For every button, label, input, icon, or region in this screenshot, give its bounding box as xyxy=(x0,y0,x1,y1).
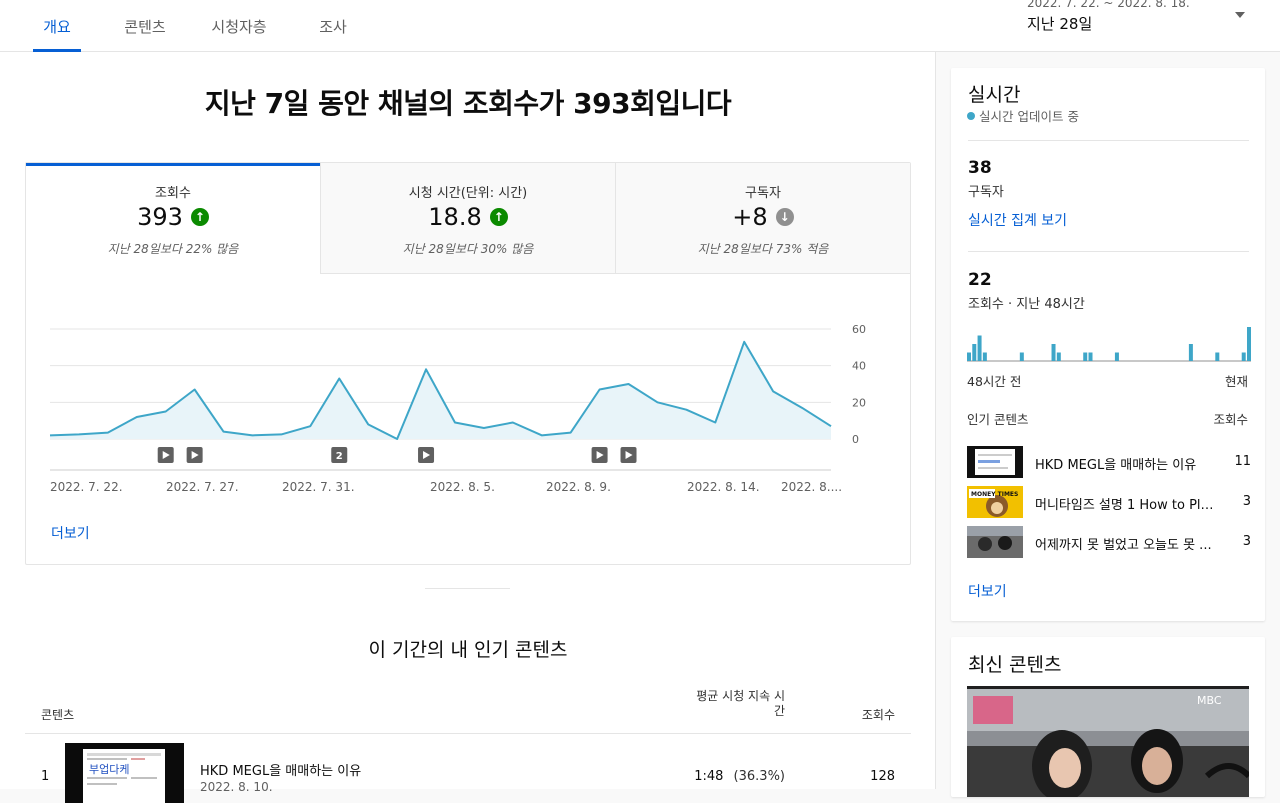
thumbnail-image: MONEY TIMES xyxy=(969,489,1018,517)
hourly-view-bar[interactable] xyxy=(1188,344,1193,361)
row-avg-duration-pct: (36.3%) xyxy=(733,769,785,784)
hourly-view-bar[interactable] xyxy=(1056,352,1061,362)
hourly-view-bar[interactable] xyxy=(1083,352,1088,362)
realtime-status-text: 실시간 업데이트 중 xyxy=(979,109,1079,124)
row-video-title[interactable]: HKD MEGL을 매매하는 이유 xyxy=(200,760,361,779)
realtime-views-label: 조회수 · 지난 48시간 xyxy=(968,297,1085,312)
col-header-views[interactable]: 조회수 xyxy=(840,706,895,723)
realtime-more-link[interactable]: 더보기 xyxy=(968,581,1007,601)
popular-item[interactable]: 어제까지 못 벌었고 오늘도 못 ... 3 xyxy=(967,526,1251,558)
thumbnail-caption: MONEY TIMES xyxy=(971,491,1018,498)
realtime-bar-chart[interactable] xyxy=(967,313,1251,363)
popular-title: HKD MEGL을 매매하는 이유 xyxy=(1035,458,1197,473)
popular-views: 11 xyxy=(1234,454,1251,469)
latest-content-title: 최신 콘텐츠 xyxy=(968,654,1062,676)
x-tick-label: 2022. 7. 31. xyxy=(282,480,355,494)
row-views: 128 xyxy=(870,769,895,784)
views-line-chart[interactable]: 60 40 20 0 2 2022. 7. 22. 2022. 7. 27. 2022. 7.… xyxy=(26,163,910,503)
realtime-subscribers-value: 38 xyxy=(968,158,992,178)
video-thumbnail[interactable]: 부업다케 xyxy=(65,743,184,803)
y-tick-label: 20 xyxy=(852,396,866,409)
tab-research[interactable]: 조사 xyxy=(311,0,355,52)
row-avg-duration: 1:48 (36.3%) xyxy=(640,769,785,784)
hourly-view-bar[interactable] xyxy=(1019,352,1024,362)
realtime-status: 실시간 업데이트 중 xyxy=(967,106,1079,125)
popular-thumbnail: MONEY TIMES xyxy=(967,486,1023,518)
page-headline: 지난 7일 동안 채널의 조회수가 393회입니다 xyxy=(204,87,732,120)
chart-more-link[interactable]: 더보기 xyxy=(51,523,90,543)
realtime-subscribers-label: 구독자 xyxy=(968,185,1004,200)
realtime-count-link[interactable]: 실시간 집계 보기 xyxy=(968,210,1067,230)
date-period-label: 지난 28일 xyxy=(1027,15,1093,33)
metrics-chart-card: 조회수 393 ↑ 지난 28일보다 22% 많음 시청 시간(단위: 시간) 1… xyxy=(25,162,911,565)
divider xyxy=(968,140,1249,141)
realtime-title: 실시간 xyxy=(968,84,1021,106)
y-tick-label: 0 xyxy=(852,433,859,446)
thumbnail-logo-text: MBC xyxy=(1197,694,1222,707)
hourly-view-bar[interactable] xyxy=(977,335,982,362)
latest-video-thumbnail[interactable]: MBC xyxy=(967,686,1249,797)
row-rank: 1 xyxy=(41,769,50,784)
popular-title: 어제까지 못 벌었고 오늘도 못 ... xyxy=(1035,538,1212,553)
tab-audience[interactable]: 시청자층 xyxy=(203,0,275,52)
tab-overview[interactable]: 개요 xyxy=(33,0,81,52)
popular-thumbnail xyxy=(967,526,1023,558)
axis-right-label: 현재 xyxy=(1224,374,1248,389)
col-header-avg-duration[interactable]: 평균 시청 지속 시 간 xyxy=(660,689,785,719)
popular-views: 3 xyxy=(1242,494,1251,509)
overview-main-panel: 지난 7일 동안 채널의 조회수가 393회입니다 조회수 393 ↑ 지난 28… xyxy=(0,52,936,803)
live-dot-icon xyxy=(967,112,975,120)
top-tab-bar: 개요 콘텐츠 시청자층 조사 2022. 7. 22. ~ 2022. 8. 1… xyxy=(0,0,1280,52)
thumbnail-image xyxy=(975,449,1015,475)
y-tick-label: 40 xyxy=(852,360,866,373)
hourly-view-bar[interactable] xyxy=(972,344,977,361)
x-tick-label: 2022. 8.... xyxy=(781,480,842,494)
popular-item[interactable]: HKD MEGL을 매매하는 이유 11 xyxy=(967,446,1251,478)
realtime-views-value: 22 xyxy=(968,270,992,290)
thumbnail-image xyxy=(967,526,1023,558)
popular-views: 3 xyxy=(1242,534,1251,549)
hourly-view-bar[interactable] xyxy=(1114,352,1119,362)
hourly-view-bar[interactable] xyxy=(1088,352,1093,362)
hourly-view-bar[interactable] xyxy=(1051,344,1056,361)
hourly-view-bar[interactable] xyxy=(1215,352,1220,362)
popular-title: 머니타임즈 설명 1 How to Pla... xyxy=(1035,498,1220,513)
divider xyxy=(968,251,1249,252)
hourly-view-bar[interactable] xyxy=(1247,327,1251,361)
latest-content-card: 최신 콘텐츠 MBC xyxy=(951,637,1265,797)
popular-content-label: 인기 콘텐츠 xyxy=(967,412,1029,427)
x-tick-label: 2022. 7. 22. xyxy=(50,480,123,494)
popular-item[interactable]: MONEY TIMES 머니타임즈 설명 1 How to Pla... 3 xyxy=(967,486,1251,518)
thumbnail-handwriting: 부업다케 xyxy=(89,763,129,776)
hourly-view-bar[interactable] xyxy=(982,352,987,362)
row-avg-duration-time: 1:48 xyxy=(694,769,724,784)
col-header-avg-duration-line2: 간 xyxy=(773,704,785,718)
popular-views-label: 조회수 xyxy=(1213,412,1248,427)
dropdown-arrow-icon[interactable] xyxy=(1235,12,1245,18)
x-tick-label: 2022. 8. 9. xyxy=(546,480,611,494)
hourly-view-bar[interactable] xyxy=(1241,352,1246,362)
thumbnail-image: MBC xyxy=(967,686,1249,797)
thumbnail-image: 부업다케 xyxy=(83,749,165,803)
video-marker-count: 2 xyxy=(336,451,343,462)
x-tick-label: 2022. 8. 5. xyxy=(430,480,495,494)
tab-content[interactable]: 콘텐츠 xyxy=(117,0,173,52)
top-content-title: 이 기간의 내 인기 콘텐츠 xyxy=(368,639,568,661)
col-header-avg-duration-line1: 평균 시청 지속 시 xyxy=(696,689,785,703)
hourly-view-bar[interactable] xyxy=(967,352,971,362)
y-tick-label: 60 xyxy=(852,323,866,336)
col-header-content: 콘텐츠 xyxy=(41,708,75,722)
x-tick-label: 2022. 7. 27. xyxy=(166,480,239,494)
popular-thumbnail xyxy=(967,446,1023,478)
axis-left-label: 48시간 전 xyxy=(967,374,1022,389)
date-range-text: 2022. 7. 22. ~ 2022. 8. 18. xyxy=(1027,0,1190,10)
realtime-card: 실시간 실시간 업데이트 중 38 구독자 실시간 집계 보기 22 조회수 ·… xyxy=(951,68,1265,621)
row-video-date: 2022. 8. 10. xyxy=(200,780,273,794)
x-tick-label: 2022. 8. 14. xyxy=(687,480,760,494)
table-header-divider xyxy=(25,733,911,734)
section-divider xyxy=(425,588,510,589)
